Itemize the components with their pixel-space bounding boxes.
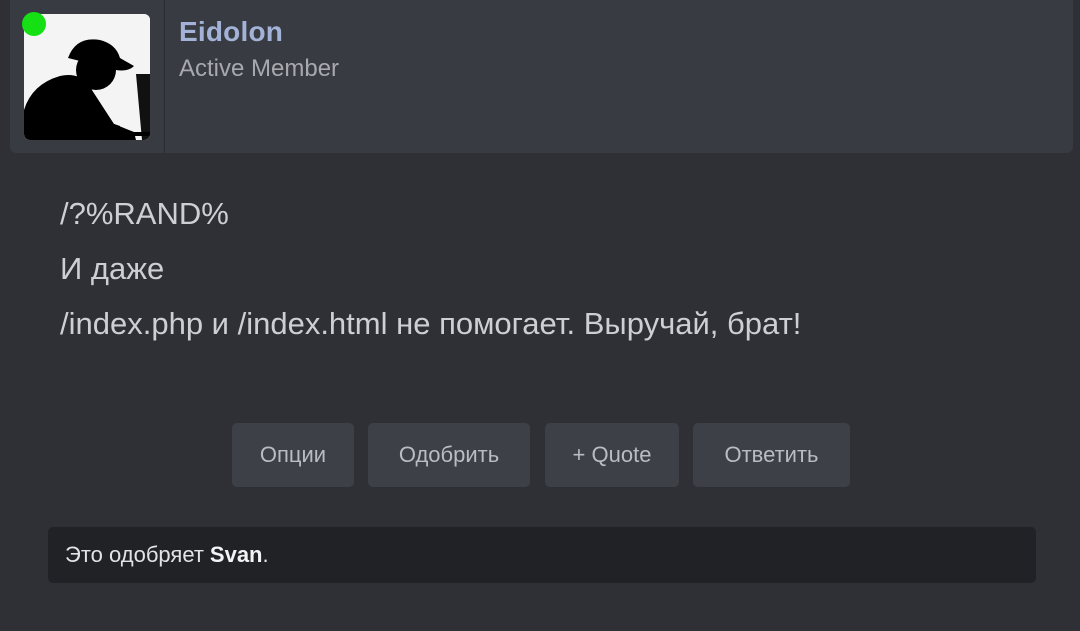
approve-button[interactable]: Одобрить [368, 423, 530, 487]
username[interactable]: Eidolon [179, 16, 283, 48]
user-title: Active Member [179, 55, 340, 82]
likes-suffix: . [262, 542, 269, 567]
online-status-indicator [22, 12, 46, 36]
message-body: /?%RAND% И даже /index.php и /index.html… [60, 186, 801, 351]
avatar-silhouette-icon [24, 14, 150, 140]
options-button[interactable]: Опции [232, 423, 354, 487]
avatar[interactable] [24, 14, 150, 140]
message-line: /index.php и /index.html не помогает. Вы… [60, 306, 802, 341]
post-actions: Опции Одобрить + Quote Ответить [0, 423, 1080, 487]
quote-button[interactable]: + Quote [545, 423, 679, 487]
user-header: Eidolon Active Member [10, 0, 1073, 153]
message-line: И даже [60, 251, 165, 286]
message-post: Eidolon Active Member /?%RAND% И даже /i… [0, 0, 1080, 631]
likes-user-link[interactable]: Svan [210, 542, 263, 568]
likes-prefix: Это одобряет [65, 542, 204, 567]
likes-bar: Это одобряет Svan . [48, 527, 1036, 583]
avatar-column [10, 0, 165, 153]
message-line: /?%RAND% [60, 196, 229, 231]
reply-button[interactable]: Ответить [693, 423, 850, 487]
